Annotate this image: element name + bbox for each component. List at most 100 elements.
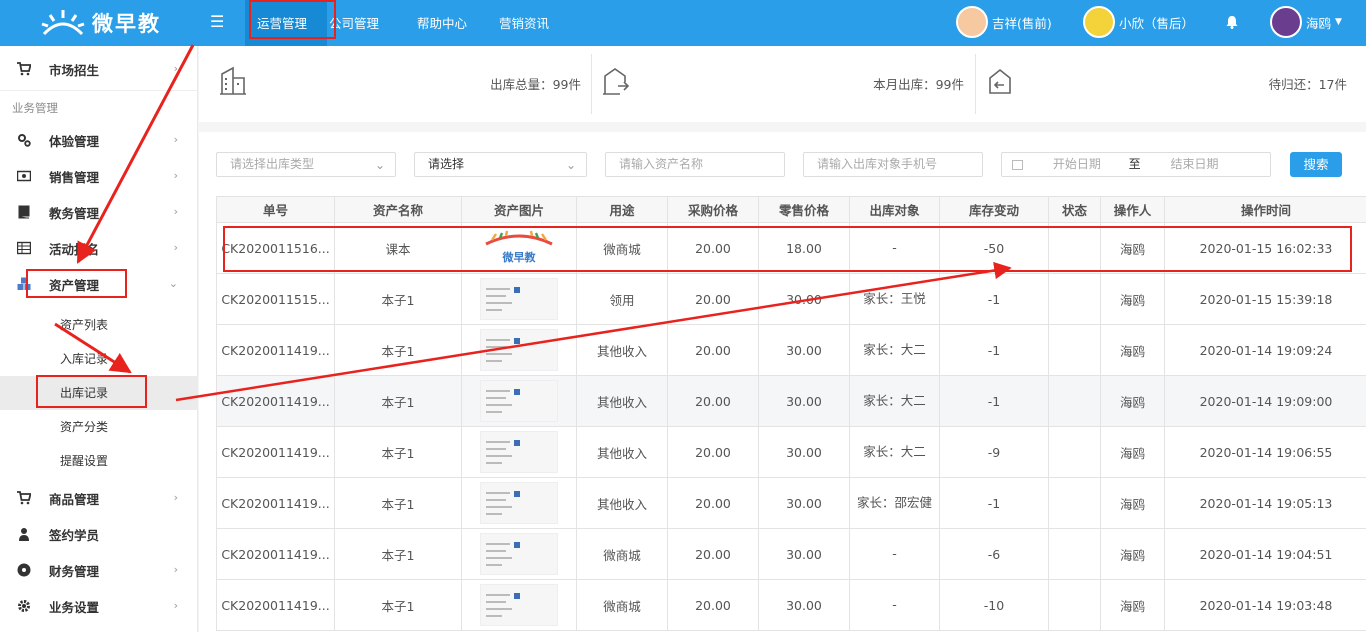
cell-sell: 30.00 — [758, 477, 850, 529]
start-date: 开始日期 — [1052, 157, 1101, 171]
sidebar-item-products[interactable]: 商品管理 › — [0, 480, 198, 516]
column-header[interactable]: 状态 — [1048, 196, 1101, 223]
table-row[interactable]: CK2020011419... 本子1 微商城 20.00 30.00- -10 海鸥 202… — [216, 579, 1366, 631]
nav-company[interactable]: 公司管理 — [327, 0, 407, 46]
cell-op: 海鸥 — [1100, 579, 1165, 631]
cell-sell: 30.00 — [758, 273, 850, 325]
column-header[interactable]: 零售价格 — [758, 196, 850, 223]
table-row[interactable]: CK2020011419... 本子1 微商城 20.00 30.00- -6 海鸥 2020… — [216, 528, 1366, 580]
sidebar: 市场招生 › 业务管理 体验管理 › 销售管理 › 教务管理 › 活动报名 › … — [0, 46, 198, 632]
calendar-icon — [1012, 159, 1023, 170]
sidebar-sub-stock-in[interactable]: 入库记录 — [0, 342, 198, 376]
nav-operations[interactable]: 运营管理 — [245, 0, 327, 46]
column-header[interactable]: 资产名称 — [334, 196, 462, 223]
nav-marketing[interactable]: 营销资讯 — [489, 0, 581, 46]
sidebar-item-market[interactable]: 市场招生 › — [0, 51, 198, 87]
column-header[interactable]: 资产图片 — [461, 196, 577, 223]
asset-name-input[interactable]: 请输入资产名称 — [605, 152, 785, 177]
phone-input[interactable]: 请输入出库对象手机号 — [803, 152, 983, 177]
chevron-right-icon: › — [173, 599, 178, 612]
chevron-right-icon: › — [173, 205, 178, 218]
sidebar-item-sales[interactable]: 销售管理 › — [0, 158, 198, 194]
usage-select[interactable]: 请选择 ⌄ — [414, 152, 587, 177]
table-header: 单号 资产名称 资产图片 用途 采购价格 零售价格 出库对象 库存变动 状态 操… — [216, 196, 1366, 223]
nav-help[interactable]: 帮助中心 — [407, 0, 489, 46]
cell-change: -1 — [939, 375, 1049, 427]
stat-pending: 待归还：17件 — [976, 46, 1364, 122]
cell-no: CK2020011419... — [216, 426, 335, 478]
end-date: 结束日期 — [1170, 157, 1219, 171]
column-header[interactable]: 操作时间 — [1164, 196, 1366, 223]
cell-op: 海鸥 — [1100, 528, 1165, 580]
asset-image-cell — [461, 375, 577, 427]
sidebar-item-events[interactable]: 活动报名 › — [0, 230, 198, 266]
table-row[interactable]: CK2020011516... 课本 微早教 微商城 20.00 18.00- -50 海鸥 2… — [216, 222, 1366, 274]
table-row[interactable]: CK2020011419... 本子1 其他收入 20.00 30.00 家长：大二 -1 海… — [216, 324, 1366, 376]
table-row[interactable]: CK2020011515... 本子1 领用 20.00 30.00 家长：王悦 -1 海鸥 2… — [216, 273, 1366, 325]
column-header[interactable]: 库存变动 — [939, 196, 1049, 223]
sidebar-item-label: 教务管理 — [49, 205, 100, 221]
asset-image-cell — [461, 477, 577, 529]
sidebar-sub-stock-out[interactable]: 出库记录 — [0, 376, 198, 410]
chevron-down-icon: ⌄ — [374, 158, 385, 172]
select-placeholder: 请选择出库类型 — [230, 157, 315, 171]
cell-target: 家长：大二 — [849, 375, 940, 427]
cell-buy: 20.00 — [667, 375, 759, 427]
cell-use: 微商城 — [576, 222, 668, 274]
sidebar-item-label: 资产管理 — [49, 277, 100, 293]
chevron-right-icon: › — [173, 563, 178, 576]
contact-presales[interactable]: 吉祥(售前) — [956, 6, 1052, 38]
user-icon — [19, 528, 29, 541]
logo-text: 微早教 — [92, 12, 161, 36]
bell-icon[interactable] — [1226, 15, 1238, 33]
sidebar-item-academic[interactable]: 教务管理 › — [0, 194, 198, 230]
cell-status — [1048, 324, 1101, 376]
sidebar-item-students[interactable]: 签约学员 — [0, 516, 198, 552]
cart-icon — [17, 62, 31, 76]
cell-sell: 30.00 — [758, 528, 850, 580]
avatar — [1083, 6, 1115, 38]
cell-name: 本子1 — [334, 528, 462, 580]
menu-toggle-icon[interactable]: ☰ — [210, 12, 224, 31]
divider — [0, 90, 198, 91]
table-row[interactable]: CK2020011419... 本子1 其他收入 20.00 30.00 家长：大二 -1 海… — [216, 375, 1366, 427]
outbound-type-select[interactable]: 请选择出库类型 ⌄ — [216, 152, 396, 177]
sidebar-item-settings[interactable]: 业务设置 › — [0, 588, 198, 624]
chevron-down-icon: ⌄ — [565, 158, 576, 172]
app-logo[interactable]: 微早教 — [40, 6, 161, 40]
stat-month-text: 本月出库：99件 — [873, 77, 964, 92]
column-header[interactable]: 操作人 — [1100, 196, 1165, 223]
date-range-picker[interactable]: 开始日期 至 结束日期 — [1001, 152, 1271, 177]
chevron-right-icon: › — [173, 241, 178, 254]
table-icon — [17, 241, 31, 255]
column-header[interactable]: 采购价格 — [667, 196, 759, 223]
contact-aftersales[interactable]: 小欣（售后） — [1083, 6, 1194, 38]
stats-panel: 出库总量：99件 本月出库：99件 待归还：17件 — [199, 46, 1366, 122]
table-row[interactable]: CK2020011419... 本子1 其他收入 20.00 30.00 家长：大二 -9 海… — [216, 426, 1366, 478]
table-row[interactable]: CK2020011419... 本子1 其他收入 20.00 30.00 家长：邵宏健 -1… — [216, 477, 1366, 529]
cell-status — [1048, 426, 1101, 478]
date-separator: 至 — [1128, 157, 1141, 171]
stat-pending-text: 待归还：17件 — [1268, 77, 1347, 92]
building-icon — [220, 66, 246, 95]
sidebar-sub-asset-list[interactable]: 资产列表 — [0, 308, 198, 342]
svg-text:微早教: 微早教 — [502, 250, 537, 264]
cell-time: 2020-01-14 19:05:13 — [1164, 477, 1366, 529]
sidebar-item-finance[interactable]: 财务管理 › — [0, 552, 198, 588]
sidebar-item-trial[interactable]: 体验管理 › — [0, 122, 198, 158]
user-menu[interactable]: 海鸥 ▼ — [1270, 6, 1342, 38]
cell-target: 家长：邵宏健 — [849, 477, 940, 529]
sidebar-item-assets[interactable]: 资产管理 ⌄ — [0, 266, 198, 302]
cell-op: 海鸥 — [1100, 426, 1165, 478]
contact-label: 小欣（售后） — [1119, 15, 1195, 31]
column-header[interactable]: 用途 — [576, 196, 668, 223]
chevron-down-icon: ▼ — [1335, 17, 1342, 27]
cell-no: CK2020011515... — [216, 273, 335, 325]
cell-sell: 30.00 — [758, 324, 850, 376]
column-header[interactable]: 出库对象 — [849, 196, 940, 223]
sidebar-sub-asset-category[interactable]: 资产分类 — [0, 410, 198, 444]
sidebar-sub-reminder[interactable]: 提醒设置 — [0, 444, 198, 478]
top-bar: 微早教 ☰ 运营管理 公司管理 帮助中心 营销资讯 吉祥(售前) 小欣（售后） … — [0, 0, 1366, 46]
search-button[interactable]: 搜索 — [1290, 152, 1342, 177]
column-header[interactable]: 单号 — [216, 196, 335, 223]
